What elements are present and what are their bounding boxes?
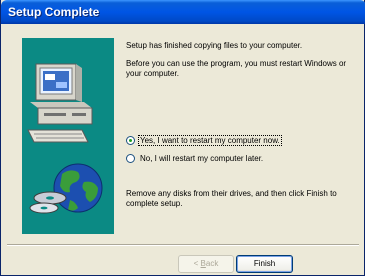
radio-selected-icon[interactable] [126,135,135,145]
computer-illustration-icon [27,63,103,214]
title-bar[interactable]: Setup Complete [1,0,365,24]
back-button[interactable]: < Back [178,255,234,273]
button-separator [7,244,359,246]
radio-unselected-icon[interactable] [126,153,135,163]
restart-notice-text: Before you can use the program, you must… [126,59,347,78]
intro-text: Setup has finished copying files to your… [126,41,303,50]
restart-now-label[interactable]: Yes, I want to restart my computer now. [138,134,282,146]
restart-later-option[interactable]: No, I will restart my computer later. [126,151,264,165]
window-title: Setup Complete [8,5,100,19]
footer-note-text: Remove any disks from their drives, and … [126,189,337,208]
finish-button[interactable]: Finish [236,255,293,273]
restart-now-option[interactable]: Yes, I want to restart my computer now. [126,133,282,147]
restart-later-label[interactable]: No, I will restart my computer later. [139,154,264,163]
setup-illustration [22,38,114,234]
back-prefix: < [193,259,201,268]
back-rest: ack [205,259,219,268]
setup-complete-dialog: Setup Complete Setup has finished copyin… [0,0,365,276]
